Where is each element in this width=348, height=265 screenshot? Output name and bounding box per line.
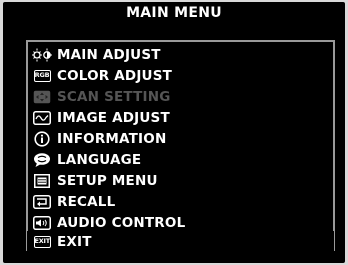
- speaker-icon: [32, 215, 52, 231]
- menu-item-exit[interactable]: EXIT EXIT: [27, 231, 334, 253]
- menu-item-label: AUDIO CONTROL: [57, 215, 186, 231]
- speech-icon: [32, 152, 52, 168]
- return-arrow-icon: [32, 194, 52, 210]
- menu-item-label: IMAGE ADJUST: [57, 110, 170, 126]
- rgb-icon: RGB: [32, 68, 52, 84]
- menu-title: MAIN MENU: [126, 5, 222, 21]
- menu-item-label: INFORMATION: [57, 131, 167, 147]
- menu-item-label: MAIN ADJUST: [57, 47, 161, 63]
- menu-item-setup-menu[interactable]: SETUP MENU: [32, 171, 332, 191]
- menu-item-main-adjust[interactable]: MAIN ADJUST: [32, 45, 332, 65]
- menu-list-icon: [32, 173, 52, 189]
- exit-icon: EXIT: [32, 234, 52, 250]
- menu-item-language[interactable]: LANGUAGE: [32, 150, 332, 170]
- exit-icon-text: EXIT: [33, 236, 51, 248]
- waveform-icon: [32, 110, 52, 126]
- menu-panel: MAIN ADJUST RGB COLOR ADJUST SCAN SETTIN…: [26, 40, 335, 253]
- menu-item-recall[interactable]: RECALL: [32, 192, 332, 212]
- menu-item-label: EXIT: [57, 234, 92, 250]
- menu-item-label: RECALL: [57, 194, 116, 210]
- menu-item-label: COLOR ADJUST: [57, 68, 173, 84]
- osd-window: MAIN MENU MAIN ADJUST RGB COLOR ADJUST S…: [3, 2, 345, 263]
- scan-icon: [32, 89, 52, 105]
- menu-item-label: SETUP MENU: [57, 173, 158, 189]
- menu-item-label: LANGUAGE: [57, 152, 142, 168]
- menu-item-information[interactable]: INFORMATION: [32, 129, 332, 149]
- menu-item-audio-control[interactable]: AUDIO CONTROL: [32, 213, 332, 233]
- menu-item-label: SCAN SETTING: [57, 89, 171, 105]
- menu-item-scan-setting: SCAN SETTING: [32, 87, 332, 107]
- info-icon: [32, 131, 52, 147]
- rgb-icon-text: RGB: [33, 70, 51, 82]
- menu-item-color-adjust[interactable]: RGB COLOR ADJUST: [32, 66, 332, 86]
- menu-item-image-adjust[interactable]: IMAGE ADJUST: [32, 108, 332, 128]
- brightness-contrast-icon: [32, 47, 52, 63]
